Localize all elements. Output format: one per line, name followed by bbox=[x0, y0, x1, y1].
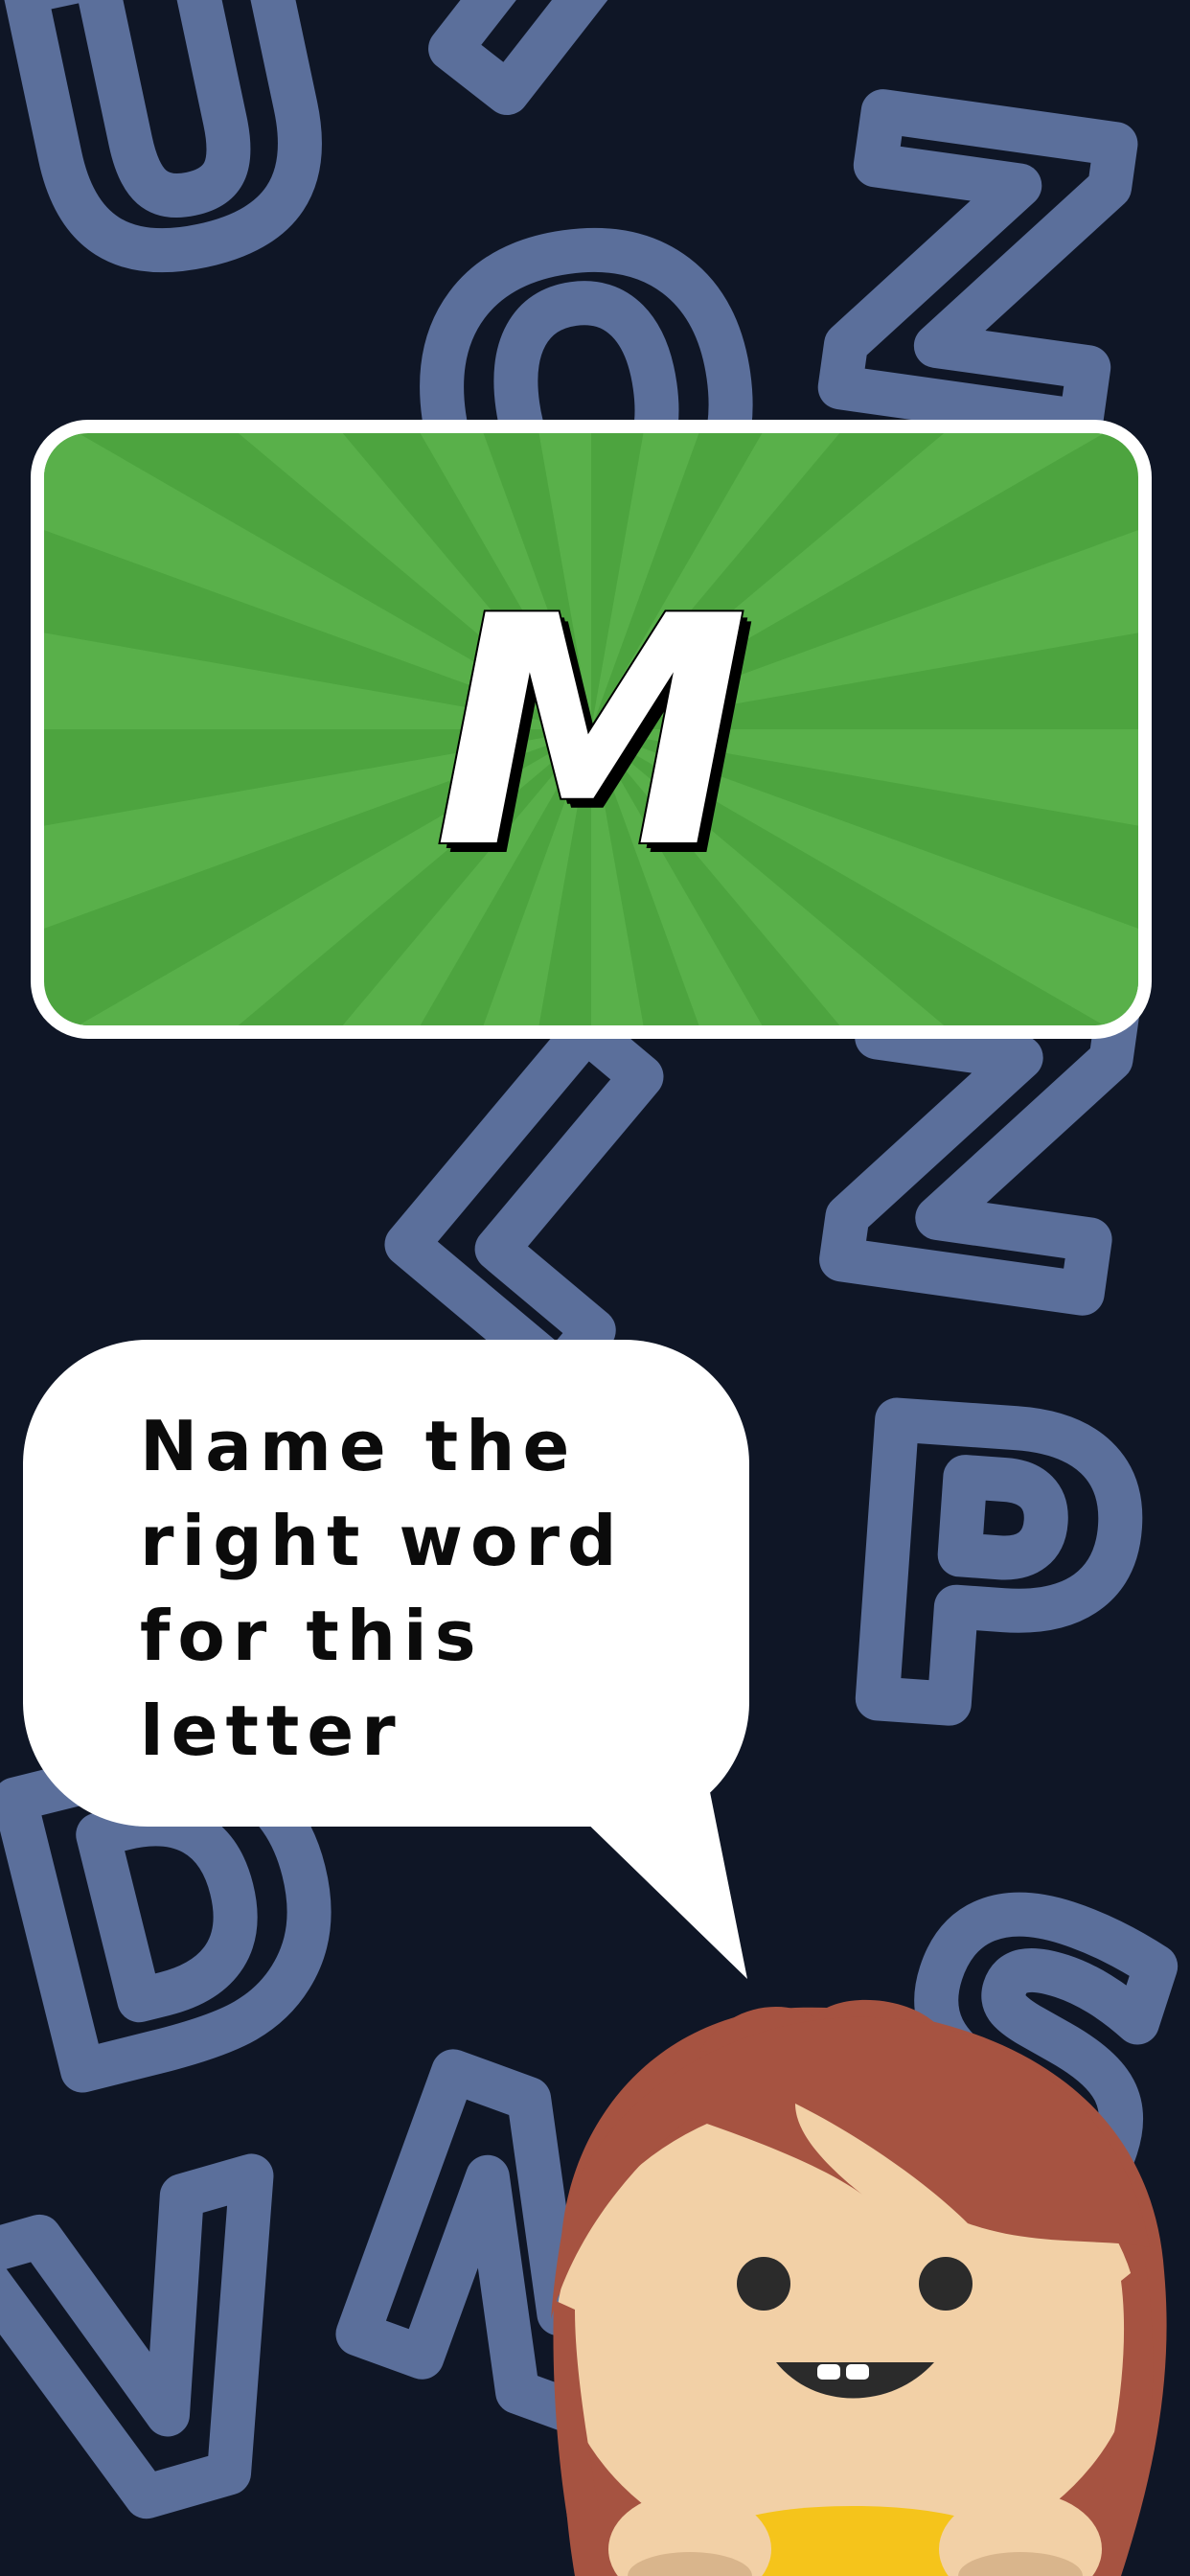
girl-character-icon bbox=[551, 1999, 1167, 2576]
right-eye bbox=[919, 2257, 973, 2311]
left-eye bbox=[737, 2257, 790, 2311]
